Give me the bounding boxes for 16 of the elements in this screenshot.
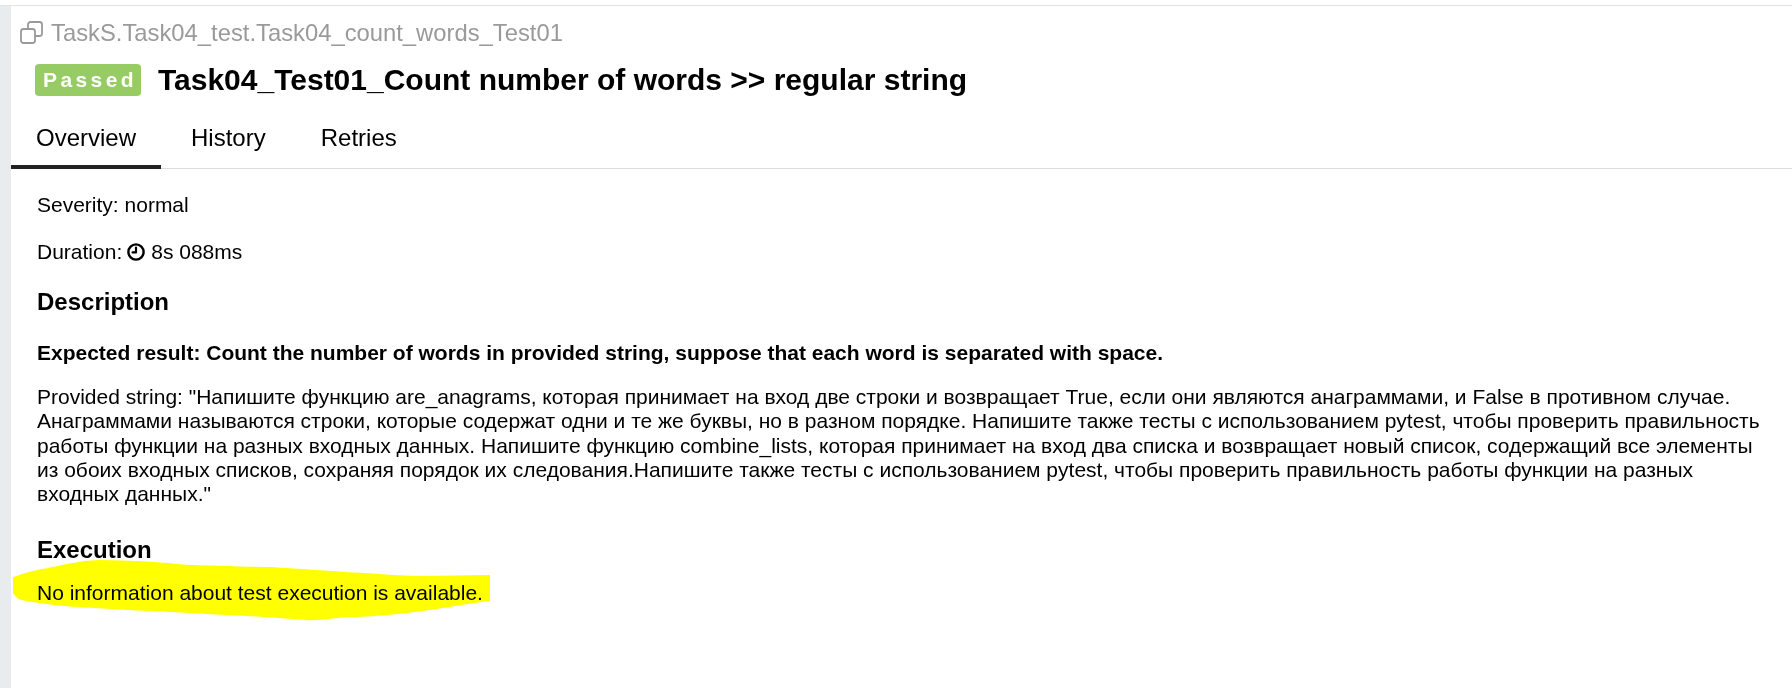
section-heading: Execution: [37, 536, 153, 565]
duration-label: Duration:: [37, 240, 123, 264]
severity-text: Severity: normal: [37, 193, 190, 217]
status-badge: Passed: [35, 64, 141, 96]
clock-icon: [127, 243, 146, 261]
execution-message: No information about test execution is available.: [37, 581, 483, 606]
test-title: Task04_Test01_Count number of words >> regular string: [157, 63, 968, 97]
tab[interactable]: Retries: [295, 112, 422, 169]
tab[interactable]: Overview: [11, 112, 162, 169]
section-heading: Description: [37, 288, 171, 316]
duration-value: 8s 088ms: [151, 240, 243, 264]
description-text: Provided string: "Напишите функцию are_anagrams, которая принимает на вход две строки и возвращает True, если они являются анаграммами, и False в противном случае. Анаграммами называются строки, которые содержат одни и те же буквы, но в разном порядке. Напишите также тесты с использованием pytest, чтобы проверить правильность работы функции на разных входных данных. Напишите функцию combine_lists, которая принимает на вход два списка и возвращает новый список, содержащий все элементы из обоих входных списков, сохраняя порядок их следования.Напишите также тесты с использованием pytest, чтобы проверить правильность работы функции на разных входных данных.": [37, 385, 1761, 507]
test-path: TaskS.Task04_test.Task04_count_words_Test01: [51, 19, 563, 46]
copy-icon[interactable]: [20, 21, 43, 44]
expected-result-text: Expected result: Count the number of words in provided string, suppose that each word is separated with space.: [37, 341, 1165, 365]
tab[interactable]: History: [166, 112, 291, 169]
